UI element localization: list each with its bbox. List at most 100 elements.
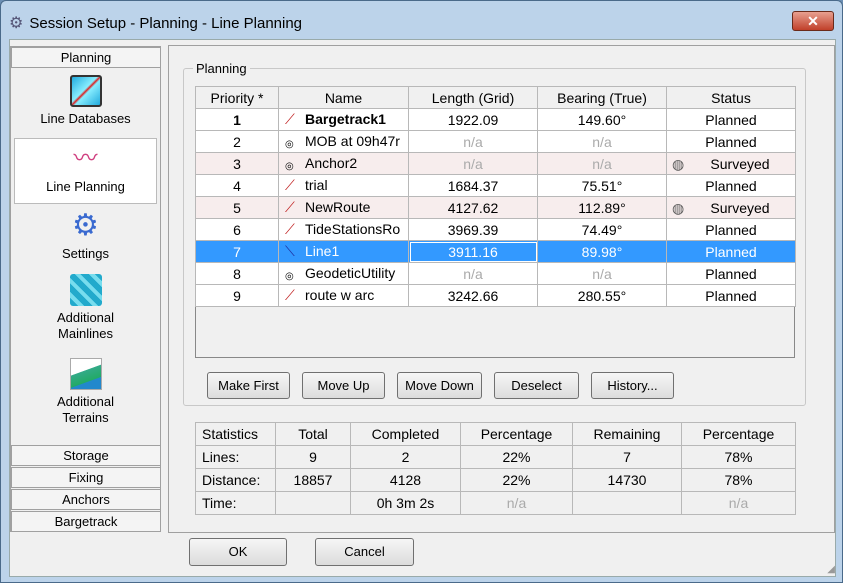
statistics-cell: n/a bbox=[681, 491, 796, 515]
name-cell: ◎ GeodeticUtility bbox=[278, 262, 409, 285]
name-cell: ◎ MOB at 09h47r bbox=[278, 130, 409, 153]
statistics-cell: 22% bbox=[460, 468, 573, 492]
move-down-button[interactable]: Move Down bbox=[397, 372, 482, 399]
route-icon: ⟋ bbox=[285, 199, 295, 216]
table-row[interactable]: 6 ⟋ TideStationsRo 3969.39 74.49° Planned bbox=[195, 218, 796, 241]
name-cell: ⟍ Line1 bbox=[278, 240, 409, 263]
status-cell: Planned bbox=[666, 218, 796, 241]
ok-button[interactable]: OK bbox=[189, 538, 287, 566]
sidebar-item-line-databases[interactable]: Line Databases bbox=[14, 75, 157, 126]
make-first-button[interactable]: Make First bbox=[207, 372, 290, 399]
close-button[interactable]: ✕ bbox=[792, 11, 834, 31]
sidebar-item-additional-terrains[interactable]: Additional Terrains bbox=[14, 358, 157, 426]
cancel-button[interactable]: Cancel bbox=[315, 538, 414, 566]
statistics-cell: 4128 bbox=[350, 468, 461, 492]
length-cell: n/a bbox=[408, 262, 538, 285]
table-row[interactable]: 9 ⟋ route w arc 3242.66 280.55° Planned bbox=[195, 284, 796, 307]
sidebar-header-planning[interactable]: Planning bbox=[11, 47, 161, 68]
name-text: NewRoute bbox=[305, 198, 371, 215]
statistics-cell: 0h 3m 2s bbox=[350, 491, 461, 515]
bearing-cell: n/a bbox=[537, 152, 667, 175]
sidebar-item-label: Line Databases bbox=[40, 111, 131, 126]
statistics-cell bbox=[275, 491, 351, 515]
table-row[interactable]: 1 ⟋ Bargetrack1 1922.09 149.60° Planned bbox=[195, 108, 796, 131]
name-text: Line1 bbox=[305, 242, 340, 259]
statistics-cell: n/a bbox=[460, 491, 573, 515]
bearing-cell: n/a bbox=[537, 262, 667, 285]
table-row[interactable]: 5 ⟋ NewRoute 4127.62 112.89° ◍ Surveyed bbox=[195, 196, 796, 219]
status-cell: Planned bbox=[666, 240, 796, 263]
length-cell: 1684.37 bbox=[408, 174, 538, 197]
statistics-cell: 14730 bbox=[572, 468, 682, 492]
route-icon: ⟋ bbox=[285, 287, 295, 304]
column-header-length[interactable]: Length (Grid) bbox=[408, 86, 538, 109]
table-row[interactable]: 2 ◎ MOB at 09h47r n/a n/a Planned bbox=[195, 130, 796, 153]
status-text: Planned bbox=[705, 287, 757, 304]
status-text: Planned bbox=[705, 243, 757, 260]
gear-icon: ⚙ bbox=[9, 15, 24, 32]
column-header-bearing[interactable]: Bearing (True) bbox=[537, 86, 667, 109]
status-cell: Planned bbox=[666, 284, 796, 307]
length-cell: 4127.62 bbox=[408, 196, 538, 219]
move-up-button[interactable]: Move Up bbox=[302, 372, 385, 399]
line-icon: ⟍ bbox=[285, 243, 295, 260]
name-text: Anchor2 bbox=[305, 154, 358, 171]
status-cell: ◍ Surveyed bbox=[666, 152, 796, 175]
length-cell: n/a bbox=[408, 130, 538, 153]
statistics-cell: Distance: bbox=[195, 468, 276, 492]
length-cell: 1922.09 bbox=[408, 108, 538, 131]
status-text: Planned bbox=[705, 111, 757, 128]
name-text: route w arc bbox=[305, 286, 375, 303]
point-icon: ◎ bbox=[285, 271, 294, 283]
statistics-row: Distance: 18857 4128 22% 14730 78% bbox=[195, 468, 796, 492]
history-button[interactable]: History... bbox=[591, 372, 674, 399]
table-row[interactable]: 7 ⟍ Line1 3911.16 89.98° Planned bbox=[195, 240, 796, 263]
resize-grip-icon[interactable]: ◢ bbox=[827, 564, 835, 575]
surveyed-icon: ◍ bbox=[672, 199, 685, 216]
status-cell: Planned bbox=[666, 130, 796, 153]
statistics-cell: 2 bbox=[350, 445, 461, 469]
status-cell: Planned bbox=[666, 262, 796, 285]
sidebar-item-line-planning[interactable]: 〰 Line Planning bbox=[14, 138, 157, 204]
column-header-priority[interactable]: Priority * bbox=[195, 86, 279, 109]
statistics-header-row: Statistics Total Completed Percentage Remain… bbox=[195, 422, 796, 446]
additional-terrains-icon bbox=[69, 358, 102, 390]
bearing-cell: 280.55° bbox=[537, 284, 667, 307]
status-text: Planned bbox=[705, 177, 757, 194]
sidebar-section-bargetrack[interactable]: Bargetrack bbox=[11, 511, 161, 532]
priority-cell: 1 bbox=[195, 108, 279, 131]
statistics-table: Statistics Total Completed Percentage Remain… bbox=[195, 422, 796, 515]
table-row[interactable]: 4 ⟋ trial 1684.37 75.51° Planned bbox=[195, 174, 796, 197]
window-title: Session Setup - Planning - Line Planning bbox=[29, 14, 303, 32]
sidebar-item-additional-mainlines[interactable]: Additional Mainlines bbox=[14, 274, 157, 342]
priority-cell: 5 bbox=[195, 196, 279, 219]
statistics-header: Percentage bbox=[681, 422, 796, 446]
table-row[interactable]: 3 ◎ Anchor2 n/a n/a ◍ Surveyed bbox=[195, 152, 796, 175]
column-header-name[interactable]: Name bbox=[278, 86, 409, 109]
statistics-header: Percentage bbox=[460, 422, 573, 446]
status-cell: Planned bbox=[666, 174, 796, 197]
sidebar-section-fixing[interactable]: Fixing bbox=[11, 467, 161, 488]
length-cell: 3969.39 bbox=[408, 218, 538, 241]
status-text: Surveyed bbox=[710, 155, 770, 172]
statistics-cell: 9 bbox=[275, 445, 351, 469]
statistics-cell: 18857 bbox=[275, 468, 351, 492]
surveyed-icon: ◍ bbox=[672, 155, 685, 172]
priority-cell: 4 bbox=[195, 174, 279, 197]
priority-cell: 2 bbox=[195, 130, 279, 153]
sidebar-item-settings[interactable]: ⚙ Settings bbox=[14, 210, 157, 262]
sidebar-item-label: Settings bbox=[62, 246, 109, 261]
column-header-status[interactable]: Status bbox=[666, 86, 796, 109]
planning-table: Priority * Name Length (Grid) Bearing (T… bbox=[195, 86, 796, 307]
table-row[interactable]: 8 ◎ GeodeticUtility n/a n/a Planned bbox=[195, 262, 796, 285]
route-icon: ⟋ bbox=[285, 111, 295, 128]
line-planning-icon: 〰 bbox=[73, 145, 98, 172]
statistics-header: Remaining bbox=[572, 422, 682, 446]
sidebar-section-storage[interactable]: Storage bbox=[11, 445, 161, 466]
route-icon: ⟋ bbox=[285, 221, 295, 238]
statistics-header: Statistics bbox=[195, 422, 276, 446]
statistics-cell: Time: bbox=[195, 491, 276, 515]
sidebar-section-anchors[interactable]: Anchors bbox=[11, 489, 161, 510]
deselect-button[interactable]: Deselect bbox=[494, 372, 579, 399]
length-cell: n/a bbox=[408, 152, 538, 175]
